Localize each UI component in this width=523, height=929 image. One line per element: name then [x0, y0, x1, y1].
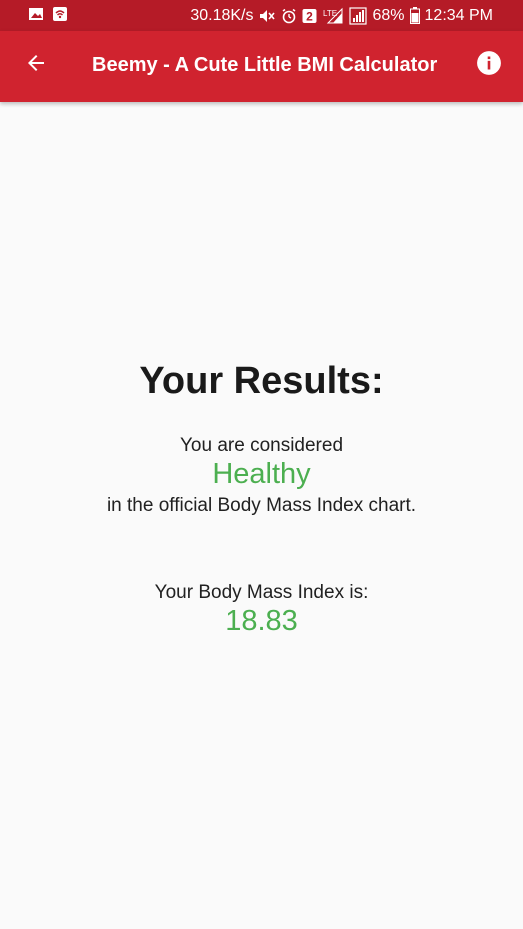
info-icon	[476, 50, 502, 81]
notification-count-badge: 2	[302, 8, 317, 24]
mute-icon	[258, 8, 276, 24]
results-panel: Your Results: You are considered Healthy…	[0, 102, 523, 929]
bmi-label: Your Body Mass Index is:	[154, 582, 369, 603]
status-bar-left	[28, 6, 68, 22]
app-bar: Beemy - A Cute Little BMI Calculator	[0, 31, 523, 102]
considered-text: You are considered	[179, 435, 344, 456]
arrow-back-icon	[24, 51, 48, 80]
gallery-icon	[28, 6, 44, 22]
status-bar-right: 30.18K/s 2 LTE 68% 12:34 PM	[190, 0, 493, 31]
lte-icon: LTE	[322, 7, 344, 25]
wifi-icon	[52, 6, 68, 22]
network-speed: 30.18K/s	[190, 6, 254, 24]
info-button[interactable]	[467, 43, 511, 87]
back-button[interactable]	[14, 43, 58, 87]
clock: 12:34 PM	[424, 6, 493, 24]
svg-text:2: 2	[307, 9, 314, 23]
bmi-category: Healthy	[212, 458, 311, 490]
bmi-value: 18.83	[225, 605, 298, 637]
alarm-icon	[281, 8, 297, 24]
status-bar: 30.18K/s 2 LTE 68% 12:34 PM	[0, 0, 523, 31]
results-heading: Your Results:	[139, 360, 384, 402]
chart-reference-text: in the official Body Mass Index chart.	[106, 495, 417, 516]
signal-icon	[349, 6, 368, 25]
page-title: Beemy - A Cute Little BMI Calculator	[92, 54, 438, 76]
battery-icon	[409, 7, 420, 24]
battery-percent: 68%	[372, 6, 405, 24]
